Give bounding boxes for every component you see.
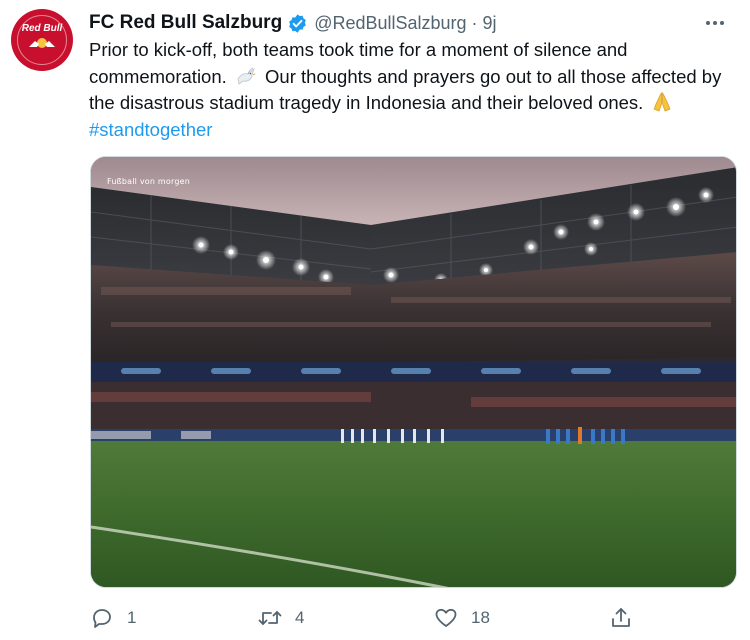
verified-badge-icon	[287, 13, 308, 34]
separator-dot: ·	[471, 12, 478, 33]
dove-emoji	[235, 65, 257, 87]
action-bar: 1 4 18	[89, 603, 649, 633]
praying-hands-emoji	[651, 91, 673, 113]
avatar-ring	[17, 15, 67, 65]
avatar[interactable]: Red Bull	[11, 9, 73, 71]
tweet-card[interactable]: Red Bull FC Red Bull Salzburg @RedBullSa…	[0, 0, 750, 640]
share-icon	[608, 605, 634, 631]
author-name[interactable]: FC Red Bull Salzburg	[89, 12, 282, 34]
like-count: 18	[471, 608, 490, 627]
retweet-count: 4	[295, 608, 305, 627]
more-options-icon[interactable]	[700, 10, 730, 36]
timestamp[interactable]: 9j	[483, 13, 497, 34]
tweet-text: Prior to kick-off, both teams took time …	[89, 37, 739, 143]
author-handle[interactable]: @RedBullSalzburg	[314, 13, 466, 34]
tweet-image[interactable]: Fußball von morgen	[90, 156, 737, 588]
heart-icon	[433, 605, 459, 631]
reply-count: 1	[127, 608, 137, 627]
retweet-icon	[257, 605, 283, 631]
stadium-photo	[91, 157, 736, 587]
retweet-button[interactable]: 4	[257, 603, 304, 633]
image-watermark: Fußball von morgen	[107, 177, 190, 186]
like-button[interactable]: 18	[433, 603, 490, 633]
tweet-header: FC Red Bull Salzburg @RedBullSalzburg · …	[89, 10, 730, 36]
hashtag-link[interactable]: #standtogether	[89, 117, 739, 144]
reply-button[interactable]: 1	[89, 603, 136, 633]
reply-icon	[89, 605, 115, 631]
share-button[interactable]	[608, 603, 634, 633]
